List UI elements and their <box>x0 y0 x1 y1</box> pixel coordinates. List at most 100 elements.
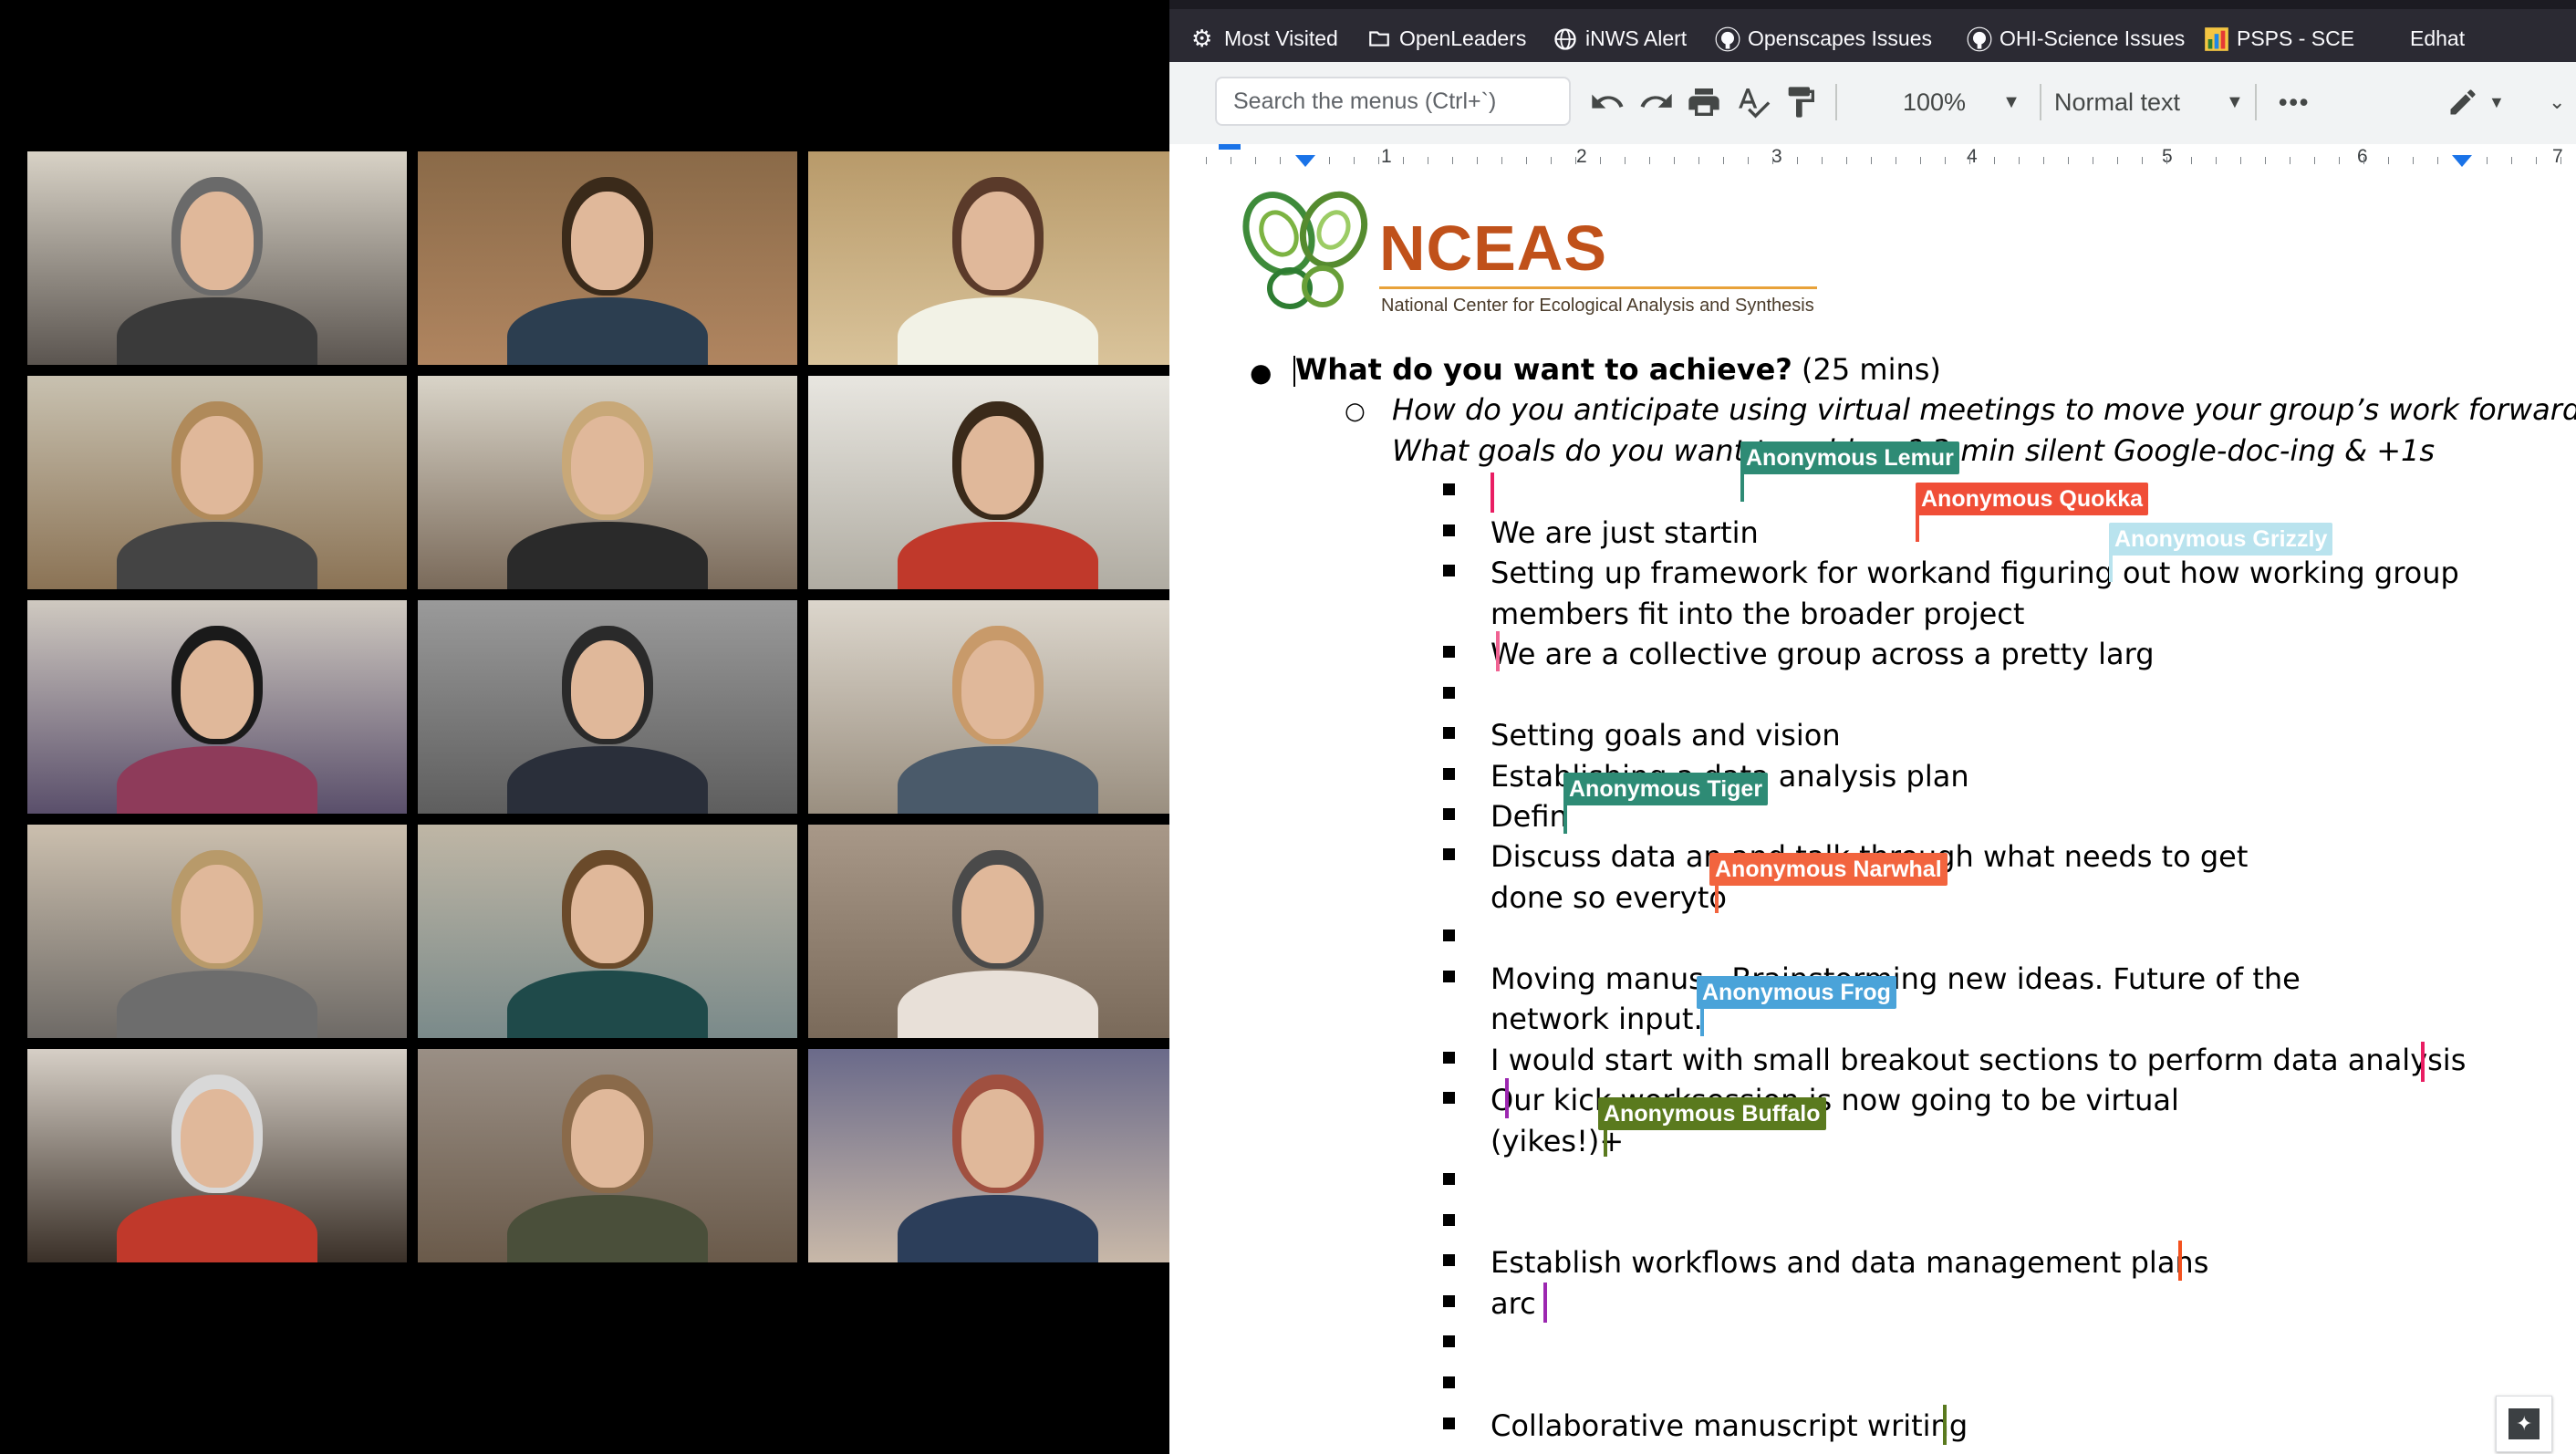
participant-torso <box>507 1195 708 1262</box>
bookmark-6[interactable]: Edhat <box>2410 20 2465 57</box>
google-docs-window: ⚙ Most Visited OpenLeaders iNWS Alert Opensc… <box>1169 0 2576 1454</box>
agenda-heading[interactable]: What do you want to achieve? (25 mins) <box>1295 352 1941 387</box>
participant-figure <box>108 825 327 1038</box>
collaborator-caret <box>1916 509 1919 542</box>
participant-video-tile[interactable] <box>808 600 1188 814</box>
participant-figure <box>498 1049 717 1262</box>
bookmark-0[interactable]: ⚙ Most Visited <box>1191 20 1338 57</box>
participant-video-tile[interactable] <box>418 376 797 589</box>
participant-torso <box>898 1195 1098 1262</box>
list-item[interactable]: I would start with small breakout sectio… <box>1491 1043 2466 1077</box>
collapse-toolbar-icon[interactable]: ⌄ <box>2549 82 2565 122</box>
list-item[interactable]: Our kick worksession is now going to be … <box>1491 1083 2179 1117</box>
bookmark-3[interactable]: Openscapes Issues <box>1715 20 1932 57</box>
participant-video-tile[interactable] <box>27 151 407 365</box>
collaborator-cursor-label: Anonymous Buffalo <box>1598 1097 1826 1130</box>
list-item[interactable]: Collaborative manuscript writing <box>1491 1408 1968 1443</box>
list-item[interactable]: We are a collective group across a prett… <box>1491 637 2155 671</box>
bookmark-4[interactable]: OHI-Science Issues <box>1967 20 2185 57</box>
left-margin-marker[interactable] <box>1295 155 1315 167</box>
ruler-tick <box>2437 157 2438 164</box>
participant-face <box>571 416 644 514</box>
participant-torso <box>507 522 708 589</box>
more-options-button[interactable]: ••• <box>2279 82 2310 122</box>
list-item[interactable]: We are just startin <box>1491 515 1759 550</box>
participant-face <box>181 416 254 514</box>
folder-icon <box>1366 26 1390 50</box>
ruler-tick <box>1625 157 1626 164</box>
ruler-tick <box>1378 157 1379 164</box>
list-item[interactable]: done so everyto <box>1491 880 1727 915</box>
heading-bold: What do you want to achieve? <box>1295 352 1792 387</box>
participant-video-tile[interactable] <box>808 151 1188 365</box>
ruler-tick <box>2216 157 2217 164</box>
right-margin-marker[interactable] <box>2452 155 2472 167</box>
paint-format-icon[interactable] <box>1782 82 1819 122</box>
participant-figure <box>108 151 327 365</box>
participant-video-tile[interactable] <box>27 600 407 814</box>
redo-icon[interactable] <box>1638 82 1675 122</box>
ruler-tick <box>1969 157 1970 164</box>
style-value: Normal text <box>2054 88 2181 116</box>
participant-figure <box>498 600 717 814</box>
style-select[interactable]: Normal text ▼ <box>2054 82 2244 122</box>
participant-face <box>961 865 1034 963</box>
print-icon[interactable] <box>1686 82 1722 122</box>
ruler[interactable]: 1234567 <box>1169 144 2576 176</box>
collaborator-caret <box>1505 1078 1509 1118</box>
ruler-tick <box>1206 157 1207 164</box>
bookmark-label: PSPS - SCE <box>2237 26 2355 50</box>
chevron-down-icon: ▼ <box>2488 92 2505 111</box>
bullet-square <box>1443 1418 1455 1429</box>
collaborator-cursor-label: Anonymous Grizzly <box>2109 523 2333 556</box>
participant-video-tile[interactable] <box>808 376 1188 589</box>
participant-video-tile[interactable] <box>418 151 797 365</box>
participant-torso <box>117 971 317 1038</box>
editing-mode-button[interactable]: ▼ <box>2446 82 2505 122</box>
ruler-tick <box>1871 157 1872 164</box>
bullet-square <box>1443 1254 1455 1266</box>
bookmark-1[interactable]: OpenLeaders <box>1366 20 1526 57</box>
bookmarks-bar: ⚙ Most Visited OpenLeaders iNWS Alert Opensc… <box>1169 0 2576 62</box>
participant-video-tile[interactable] <box>808 825 1188 1038</box>
list-item[interactable]: Defin <box>1491 799 1568 834</box>
document-page[interactable]: NCEAS National Center for Ecological Ana… <box>1169 175 2576 1454</box>
left-indent-marker[interactable] <box>1219 144 1241 150</box>
list-item[interactable]: members fit into the broader project <box>1491 597 2024 631</box>
bullet-square <box>1443 1052 1455 1064</box>
list-item[interactable]: arc <box>1491 1286 1536 1321</box>
participant-video-tile[interactable] <box>27 376 407 589</box>
zoom-select[interactable]: 100% ▼ <box>1903 82 2020 122</box>
participant-video-tile[interactable] <box>27 825 407 1038</box>
ruler-tick <box>2191 157 2192 164</box>
participant-video-tile[interactable] <box>27 1049 407 1262</box>
participant-video-tile[interactable] <box>418 825 797 1038</box>
bookmark-5[interactable]: PSPS - SCE <box>2204 20 2354 57</box>
bullet-square <box>1443 1335 1455 1347</box>
participant-figure <box>888 1049 1107 1262</box>
undo-icon[interactable] <box>1589 82 1626 122</box>
participant-video-tile[interactable] <box>418 1049 797 1262</box>
explore-button[interactable]: ✦ <box>2496 1396 2552 1452</box>
participant-video-tile[interactable] <box>418 600 797 814</box>
question-line-1[interactable]: How do you anticipate using virtual meet… <box>1392 392 2576 427</box>
ruler-tick <box>2142 157 2143 164</box>
ruler-tick <box>2487 157 2488 164</box>
ruler-mark: 2 <box>1576 146 1587 167</box>
participant-video-tile[interactable] <box>808 1049 1188 1262</box>
ruler-tick <box>1772 157 1773 164</box>
bookmark-label: OpenLeaders <box>1399 26 1527 50</box>
participant-figure <box>498 376 717 589</box>
list-item[interactable]: Setting up framework for workand figurin… <box>1491 556 2459 590</box>
list-item[interactable]: Setting goals and vision <box>1491 718 1841 753</box>
search-menus-input[interactable]: Search the menus (Ctrl+`) <box>1215 77 1571 126</box>
nceas-logo: NCEAS National Center for Ecological Ana… <box>1235 186 1819 323</box>
bookmark-2[interactable]: iNWS Alert <box>1553 20 1687 57</box>
bullet-square <box>1443 808 1455 820</box>
list-item[interactable]: network input. <box>1491 1002 1703 1036</box>
ruler-tick <box>1920 157 1921 164</box>
ruler-tick <box>2043 157 2044 164</box>
spellcheck-icon[interactable] <box>1735 82 1771 122</box>
zoom-value: 100% <box>1903 88 1967 116</box>
list-item[interactable]: Establish workflows and data management … <box>1491 1245 2208 1280</box>
